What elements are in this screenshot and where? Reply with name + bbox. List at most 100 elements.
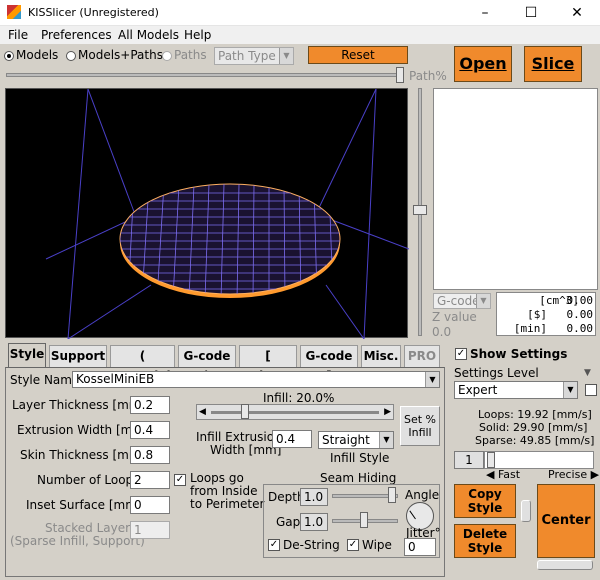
path-percent-slider-handle[interactable] (396, 67, 404, 83)
skin-thickness-label: Skin Thickness [mm] (20, 448, 146, 462)
quality-value[interactable]: 1 (454, 451, 484, 469)
settings-level-value: Expert (458, 383, 498, 397)
settings-extra-checkbox[interactable] (585, 384, 597, 396)
precise-label: Precise ▶ (548, 468, 600, 481)
quality-slider-handle[interactable] (487, 452, 495, 468)
layer-preview-panel (433, 88, 598, 290)
stat-value-time: 0.00 (566, 322, 594, 335)
view-mode-models-paths-radio[interactable] (66, 51, 76, 61)
tab-support[interactable]: Support (49, 345, 107, 367)
precise-label-text: Precise (548, 468, 588, 481)
menu-help[interactable]: Help (184, 28, 211, 42)
z-slider-handle[interactable] (413, 205, 427, 215)
view-mode-models-radio[interactable] (4, 51, 14, 61)
z-value: 0.0 (432, 325, 452, 339)
tab-gcode-material[interactable]: G-code ) (178, 345, 236, 383)
menu-file[interactable]: File (8, 28, 28, 42)
loops-inside-label-1: Loops go (190, 471, 244, 485)
horizontal-handle[interactable] (537, 560, 593, 570)
arrow-right-icon[interactable]: ▶ (384, 407, 391, 417)
depth-value[interactable]: 1.0 (300, 488, 328, 506)
infill-width-label-2: Width [mm] (210, 443, 282, 457)
skin-thickness-input[interactable]: 0.8 (130, 446, 170, 464)
quality-slider[interactable] (484, 451, 594, 469)
loops-inside-label-2: from Inside (190, 484, 258, 498)
stat-unit-time: [min] (513, 322, 547, 335)
stat-value-volume: 0.00 (566, 294, 594, 307)
tab-misc[interactable]: Misc. (361, 345, 401, 367)
tab-material[interactable]: ( Material (110, 345, 175, 383)
infill-style-select[interactable]: Straight ▼ (318, 431, 394, 449)
loops-inside-label-3: to Perimeter (190, 497, 265, 511)
window-title: KISSlicer (Unregistered) (28, 6, 159, 19)
infill-width-input[interactable]: 0.4 (272, 430, 312, 448)
angle-label: Angle (405, 488, 440, 502)
maximize-button[interactable]: ☐ (508, 0, 554, 26)
loops-inside-checkbox[interactable]: ✓ (174, 474, 186, 486)
tab-style[interactable]: Style (8, 343, 46, 367)
show-settings-checkbox[interactable]: ✓ (455, 348, 467, 360)
tab-pro[interactable]: PRO (404, 345, 440, 367)
open-button[interactable]: Open (454, 46, 512, 82)
loops-speed: Loops: 19.92 [mm/s] (478, 408, 592, 421)
build-volume-preview (45, 88, 410, 340)
infill-slider[interactable]: ◀ ▶ (196, 404, 394, 420)
gap-value[interactable]: 1.0 (300, 513, 328, 531)
stat-value-cost: 0.00 (566, 308, 594, 321)
stacked-layers-sublabel: (Sparse Infill, Support) (10, 534, 145, 548)
copy-style-button[interactable]: Copy Style (454, 484, 516, 518)
disc-top (119, 183, 341, 295)
extrusion-width-label: Extrusion Width [mm] (17, 423, 149, 437)
gcode-select[interactable]: G-code ▼ (433, 293, 491, 309)
slice-button[interactable]: Slice (524, 46, 582, 82)
chevron-down-icon: ▼ (476, 294, 490, 308)
triangle-down-icon: ▼ (584, 368, 591, 378)
settings-level-select[interactable]: Expert ▼ (454, 381, 578, 399)
delete-style-button[interactable]: Delete Style (454, 524, 516, 558)
tab-gcode-printer[interactable]: G-code ] (300, 345, 358, 383)
infill-slider-track[interactable] (211, 411, 379, 414)
reset-button[interactable]: Reset (308, 46, 408, 64)
path-percent-slider-track[interactable] (6, 73, 402, 77)
inset-surface-label: Inset Surface [mm] (26, 498, 142, 512)
infill-style-label: Infill Style (330, 451, 390, 465)
layer-thickness-input[interactable]: 0.2 (130, 396, 170, 414)
infill-style-value: Straight (322, 433, 370, 447)
path-type-value: Path Type (218, 49, 276, 63)
stacked-layers-input[interactable]: 1 (130, 521, 170, 539)
infill-slider-handle[interactable] (240, 404, 249, 419)
arrow-left-icon[interactable]: ◀ (199, 407, 206, 417)
depth-slider-handle[interactable] (388, 487, 396, 503)
gap-label: Gap (276, 515, 301, 529)
set-infill-button[interactable]: Set % Infill (400, 406, 440, 446)
gap-slider-handle[interactable] (360, 512, 368, 528)
view-mode-paths-radio[interactable] (162, 51, 172, 61)
view-mode-paths-label: Paths (174, 48, 207, 62)
menu-all-models[interactable]: All Models (118, 28, 179, 42)
path-type-select[interactable]: Path Type ▼ (214, 47, 294, 65)
extrusion-width-input[interactable]: 0.4 (130, 421, 170, 439)
tab-printer[interactable]: [ Printer (239, 345, 297, 383)
destring-label: De-String (283, 538, 340, 552)
path-percent-label: Path% (409, 69, 447, 83)
close-button[interactable]: ✕ (554, 0, 600, 26)
stacked-layers-label: Stacked Layers (45, 521, 137, 535)
jitter-input[interactable]: 0 (404, 538, 436, 556)
minimize-button[interactable]: – (462, 0, 508, 26)
seam-hiding-title: Seam Hiding (320, 471, 397, 485)
vertical-handle[interactable] (521, 500, 531, 522)
wipe-checkbox[interactable]: ✓ (347, 539, 359, 551)
3d-viewport[interactable] (5, 88, 410, 340)
infill-label: Infill: 20.0% (263, 391, 335, 405)
style-name-select[interactable]: KosselMiniEB ▼ (72, 371, 440, 388)
style-name-label: Style Name (10, 373, 80, 387)
style-name-value: KosselMiniEB (76, 372, 155, 386)
loops-input[interactable]: 2 (130, 471, 170, 489)
inset-surface-input[interactable]: 0 (130, 496, 170, 514)
set-infill-label-2: Infill (408, 426, 432, 439)
wipe-label: Wipe (362, 538, 392, 552)
center-button[interactable]: Center (537, 484, 595, 558)
menu-preferences[interactable]: Preferences (41, 28, 112, 42)
app-logo-icon (7, 5, 21, 19)
destring-checkbox[interactable]: ✓ (268, 539, 280, 551)
